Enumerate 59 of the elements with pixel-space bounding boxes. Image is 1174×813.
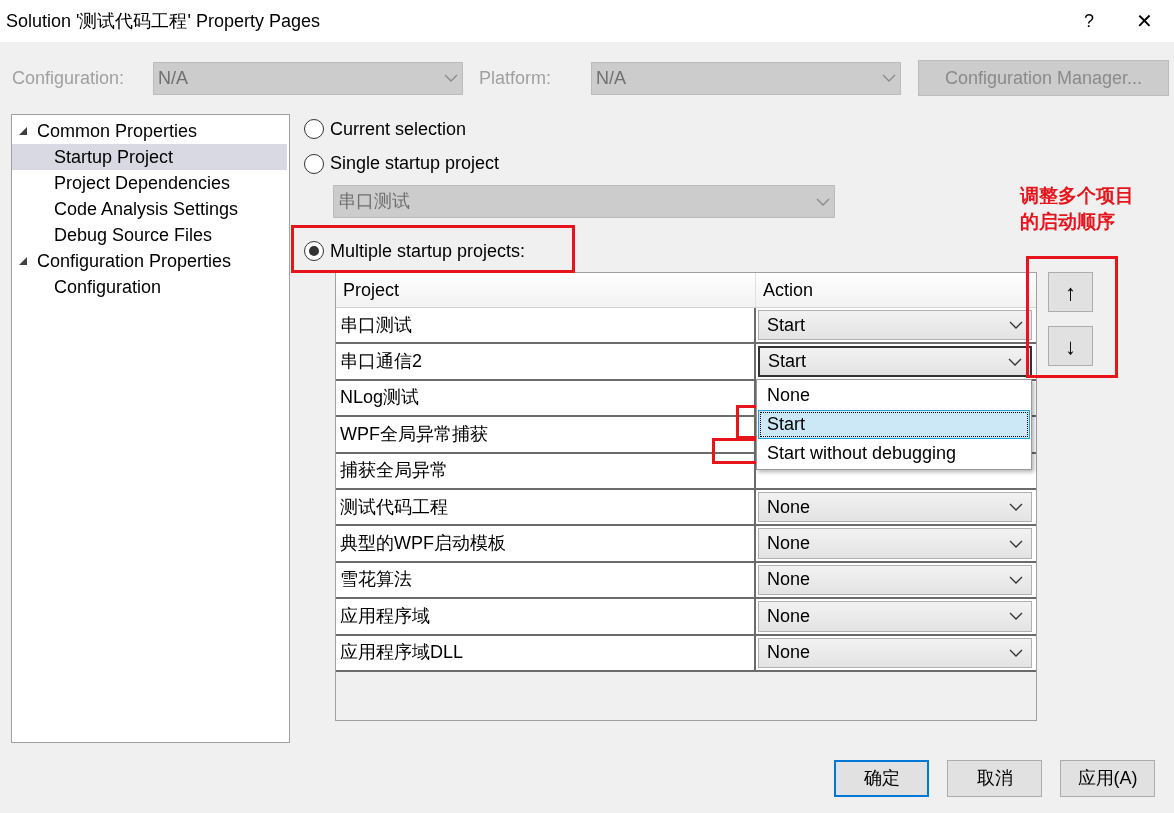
table-cell: 串口通信2	[336, 344, 756, 379]
chevron-icon	[1009, 612, 1023, 621]
chevron-icon	[444, 74, 458, 82]
table-cell: 应用程序域	[336, 599, 756, 634]
dropdown[interactable]: None	[758, 491, 1032, 523]
tree-item[interactable]: Configuration Properties	[34, 247, 235, 275]
tree-item[interactable]: Common Properties	[34, 117, 201, 145]
radio-label: Multiple startup projects:	[330, 239, 526, 263]
dropdown-option[interactable]: None	[758, 381, 1030, 410]
radio-button[interactable]	[304, 119, 324, 139]
radio-button[interactable]	[304, 153, 324, 174]
chevron-icon	[816, 197, 830, 206]
dropdown[interactable]: None	[758, 601, 1032, 632]
help-button[interactable]: ?	[1064, 0, 1114, 42]
tree-item[interactable]: Configuration	[12, 274, 287, 300]
table-cell: 串口测试	[336, 308, 756, 343]
dropdown[interactable]: None	[758, 637, 1032, 668]
dropdown-option[interactable]: Start	[758, 410, 1030, 439]
dropdown[interactable]: Start	[758, 346, 1032, 377]
column-header[interactable]: Action	[756, 273, 1036, 307]
table-cell: 应用程序域DLL	[336, 635, 756, 670]
move-button[interactable]: ↑	[1048, 272, 1093, 312]
tree-item[interactable]: Debug Source Files	[12, 222, 287, 248]
radio-label: Single startup project	[330, 152, 500, 175]
field-label: Configuration:	[12, 66, 126, 90]
table-cell: 典型的WPF启动模板	[336, 526, 756, 561]
table-cell: NLog测试	[336, 380, 756, 416]
table-cell: 捕获全局异常	[336, 453, 756, 488]
table-cell: 测试代码工程	[336, 489, 756, 525]
chevron-icon	[1009, 503, 1023, 512]
expander-icon[interactable]	[18, 126, 28, 136]
tree-item[interactable]: Code Analysis Settings	[12, 196, 287, 222]
dropdown[interactable]: Start	[758, 310, 1032, 341]
chevron-icon	[1009, 575, 1023, 584]
dialog-button[interactable]: 应用(A)	[1060, 760, 1155, 797]
dropdown[interactable]: None	[758, 528, 1032, 559]
chevron-icon	[1008, 357, 1022, 366]
close-button[interactable]: ✕	[1114, 0, 1174, 42]
field-label: Platform:	[479, 66, 553, 90]
expander-icon[interactable]	[18, 256, 28, 266]
table-cell: 雪花算法	[336, 562, 756, 598]
radio-button[interactable]	[304, 241, 324, 261]
annotation-text: 调整多个项目	[1020, 184, 1134, 208]
dropdown-option[interactable]: Start without debugging	[758, 439, 1030, 468]
chevron-icon	[882, 74, 896, 82]
dialog-button[interactable]: 取消	[947, 760, 1042, 797]
chevron-icon	[1009, 648, 1023, 657]
column-header[interactable]: Project	[336, 273, 756, 307]
tree-item[interactable]: Project Dependencies	[12, 170, 287, 196]
radio-label: Current selection	[330, 117, 467, 141]
dialog-button[interactable]: 确定	[834, 760, 929, 797]
move-button[interactable]: ↓	[1048, 326, 1093, 366]
annotation-text: 的启动顺序	[1020, 210, 1116, 234]
table-cell: WPF全局异常捕获	[336, 417, 756, 452]
tree-item[interactable]: Startup Project	[12, 144, 287, 170]
window-title: Solution '测试代码工程' Property Pages	[6, 9, 321, 33]
chevron-icon	[1009, 321, 1023, 330]
dropdown[interactable]: None	[758, 564, 1032, 596]
chevron-icon	[1009, 539, 1023, 548]
